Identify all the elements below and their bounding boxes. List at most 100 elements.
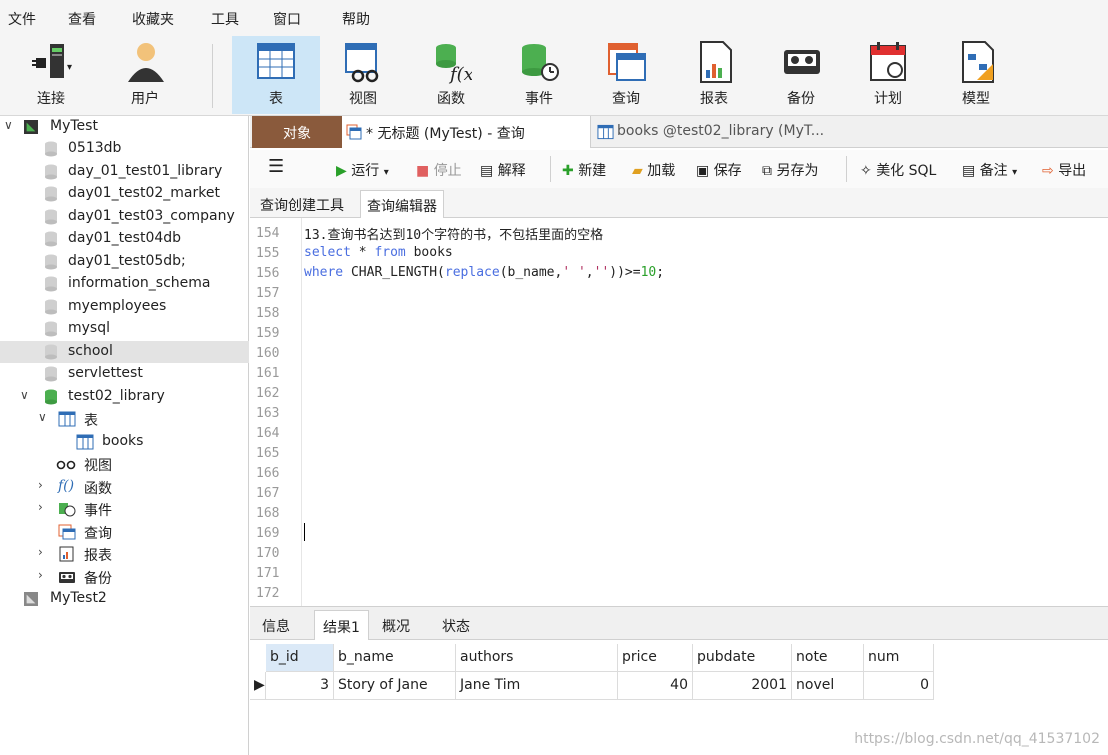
- chevron-down-icon[interactable]: ∨: [38, 410, 47, 424]
- chevron-down-icon[interactable]: ∨: [20, 388, 29, 402]
- tree-database-item[interactable]: day_01_test01_library: [0, 161, 249, 183]
- toolbar-user-button[interactable]: 用户: [102, 36, 188, 114]
- model-icon: [962, 41, 994, 83]
- tab-result-1[interactable]: 结果1: [314, 610, 369, 640]
- tree-views-node[interactable]: 视图: [0, 453, 249, 475]
- query-toolbar: ☰ ▶ 运行 ▾ ■ 停止 ▤ 解释 ✚ 新建 ▰ 加载 ▣ 保存 ⧉ 另存为 …: [250, 150, 1108, 188]
- table-cell[interactable]: 3: [266, 672, 334, 700]
- chevron-right-icon[interactable]: ›: [38, 478, 43, 492]
- table-cell[interactable]: Story of Jane: [334, 672, 456, 700]
- menu-window[interactable]: 窗口: [273, 9, 301, 29]
- sql-editor[interactable]: 154 155 156 157 158 159 160 161 162 163 164 165 166 1…: [250, 218, 1108, 606]
- tree-database-item[interactable]: information_schema: [0, 273, 249, 295]
- column-header[interactable]: pubdate: [693, 644, 792, 672]
- main-toolbar: ▾ 连接 用户 表 视图 f(x) 函数: [0, 36, 1108, 116]
- chevron-right-icon[interactable]: ›: [38, 545, 43, 559]
- stop-icon: ■: [416, 163, 430, 179]
- tree-database-item[interactable]: 0513db: [0, 138, 249, 160]
- tree-database-item[interactable]: servlettest: [0, 363, 249, 385]
- tree-events-node[interactable]: › 事件: [0, 498, 249, 520]
- save-button[interactable]: ▣ 保存: [696, 160, 742, 180]
- tree-connection-mytest[interactable]: ∨ MyTest: [0, 116, 249, 138]
- code-line-154: 13.查询书名达到10个字符的书，不包括里面的空格: [304, 228, 604, 243]
- note-icon: ▤: [962, 163, 976, 179]
- table-cell[interactable]: novel: [792, 672, 864, 700]
- explain-button[interactable]: ▤ 解释: [480, 160, 526, 180]
- hamburger-menu-icon[interactable]: ☰: [268, 156, 284, 177]
- schedule-icon: [870, 42, 906, 81]
- line-number: 168: [256, 506, 280, 521]
- toolbar-query-button[interactable]: 查询: [583, 36, 669, 114]
- column-header[interactable]: num: [864, 644, 934, 672]
- tab-objects[interactable]: 对象: [252, 116, 342, 148]
- table-cell[interactable]: 40: [618, 672, 693, 700]
- column-header[interactable]: note: [792, 644, 864, 672]
- export-button[interactable]: ⇨ 导出: [1042, 160, 1086, 180]
- tree-database-item[interactable]: mysql: [0, 318, 249, 340]
- chevron-down-icon[interactable]: ▾: [384, 167, 389, 178]
- new-query-button[interactable]: ✚ 新建: [562, 160, 606, 180]
- stop-button[interactable]: ■ 停止: [416, 160, 462, 180]
- beautify-sql-button[interactable]: ✧ 美化 SQL: [860, 160, 936, 180]
- toolbar-backup-button[interactable]: 备份: [758, 36, 844, 114]
- column-header[interactable]: b_id: [266, 644, 334, 672]
- toolbar-event-button[interactable]: 事件: [496, 36, 582, 114]
- save-as-button[interactable]: ⧉ 另存为: [762, 160, 818, 180]
- column-header[interactable]: authors: [456, 644, 618, 672]
- toolbar-view-button[interactable]: 视图: [320, 36, 406, 114]
- view-icon: [345, 43, 379, 83]
- table-cell[interactable]: 0: [864, 672, 934, 700]
- chevron-down-icon[interactable]: ▾: [1012, 167, 1017, 178]
- tree-queries-node[interactable]: 查询: [0, 521, 249, 543]
- run-button[interactable]: ▶ 运行 ▾: [336, 160, 389, 180]
- column-header[interactable]: price: [618, 644, 693, 672]
- toolbar-table-button[interactable]: 表: [232, 36, 320, 114]
- line-number: 166: [256, 466, 280, 481]
- tree-database-item[interactable]: day01_test05db;: [0, 251, 249, 273]
- toolbar-connection-button[interactable]: ▾ 连接: [8, 36, 94, 114]
- tab-profile[interactable]: 概况: [374, 610, 418, 640]
- tree-reports-node[interactable]: › 报表: [0, 543, 249, 565]
- menu-tools[interactable]: 工具: [211, 9, 239, 29]
- menu-favorites[interactable]: 收藏夹: [132, 9, 174, 29]
- tree-database-test02-library[interactable]: ∨ test02_library: [0, 386, 249, 408]
- toolbar-report-button[interactable]: 报表: [671, 36, 757, 114]
- tree-connection-mytest2[interactable]: MyTest2: [0, 588, 249, 610]
- menu-file[interactable]: 文件: [8, 9, 36, 29]
- event-icon: [522, 44, 559, 81]
- column-header[interactable]: b_name: [334, 644, 456, 672]
- toolbar-schedule-button[interactable]: 计划: [845, 36, 931, 114]
- tab-books-table[interactable]: books @test02_library (MyT...: [590, 116, 840, 148]
- tab-status[interactable]: 状态: [434, 610, 478, 640]
- table-cell[interactable]: Jane Tim: [456, 672, 618, 700]
- chevron-right-icon[interactable]: ›: [38, 500, 43, 514]
- result-tab-bar: 信息 结果1 概况 状态: [250, 606, 1108, 640]
- tab-query-untitled[interactable]: * 无标题 (MyTest) - 查询: [342, 116, 590, 148]
- toolbar-function-button[interactable]: f(x) 函数: [408, 36, 494, 114]
- menu-view[interactable]: 查看: [68, 9, 96, 29]
- tree-functions-node[interactable]: › f() 函数: [0, 476, 249, 498]
- tree-database-item[interactable]: school: [0, 341, 249, 363]
- editor-subtabs: 查询创建工具 查询编辑器: [250, 188, 1108, 218]
- table-icon: [257, 43, 295, 79]
- tree-database-item[interactable]: day01_test02_market: [0, 183, 249, 205]
- chevron-down-icon[interactable]: ∨: [4, 118, 13, 132]
- save-as-icon: ⧉: [762, 163, 772, 179]
- tree-tables-node[interactable]: ∨ 表: [0, 408, 249, 430]
- connection-icon: [24, 592, 38, 606]
- tree-backups-node[interactable]: › 备份: [0, 566, 249, 588]
- tab-query-builder[interactable]: 查询创建工具: [254, 190, 350, 218]
- tree-database-item[interactable]: day01_test03_company: [0, 206, 249, 228]
- menu-help[interactable]: 帮助: [342, 9, 370, 29]
- tree-database-item[interactable]: myemployees: [0, 296, 249, 318]
- toolbar-model-button[interactable]: 模型: [933, 36, 1019, 114]
- tab-query-editor[interactable]: 查询编辑器: [360, 190, 444, 218]
- tree-table-books[interactable]: books: [0, 431, 249, 453]
- table-cell[interactable]: 2001: [693, 672, 792, 700]
- line-number: 165: [256, 446, 280, 461]
- chevron-right-icon[interactable]: ›: [38, 568, 43, 582]
- comment-button[interactable]: ▤ 备注 ▾: [962, 160, 1017, 180]
- tree-database-item[interactable]: day01_test04db: [0, 228, 249, 250]
- load-button[interactable]: ▰ 加载: [632, 160, 675, 180]
- tab-info[interactable]: 信息: [254, 610, 298, 640]
